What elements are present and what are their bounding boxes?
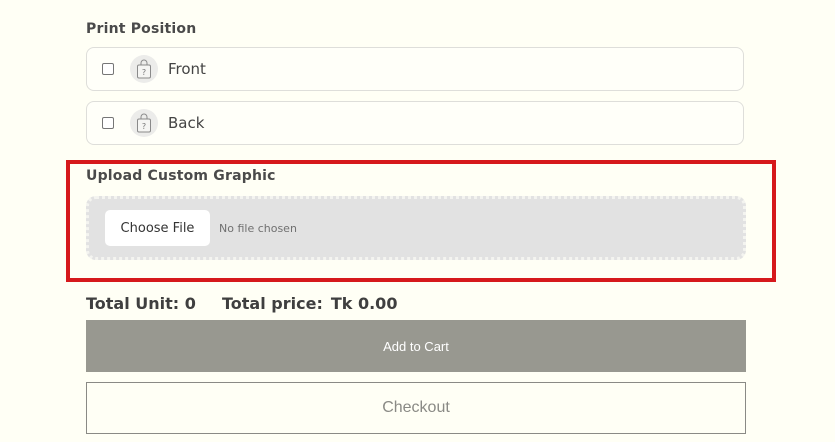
upload-custom-graphic-heading: Upload Custom Graphic [86, 168, 276, 184]
total-price-label: Total price: [222, 294, 323, 313]
total-unit-label: Total Unit: [86, 294, 180, 313]
file-status-text: No file chosen [219, 222, 297, 235]
print-option-back[interactable]: ? Back [86, 101, 744, 145]
front-checkbox[interactable] [102, 63, 114, 75]
print-position-heading: Print Position [86, 21, 197, 37]
bag-placeholder-icon: ? [130, 55, 158, 83]
add-to-cart-button[interactable]: Add to Cart [86, 320, 746, 372]
back-checkbox[interactable] [102, 117, 114, 129]
svg-text:?: ? [142, 122, 146, 131]
choose-file-button[interactable]: Choose File [105, 210, 210, 246]
front-option-label: Front [168, 60, 206, 78]
checkout-button[interactable]: Checkout [86, 382, 746, 434]
total-price-value: Tk 0.00 [330, 294, 398, 313]
svg-text:?: ? [142, 68, 146, 77]
print-option-front[interactable]: ? Front [86, 47, 744, 91]
back-option-label: Back [168, 114, 205, 132]
file-upload-dropzone[interactable]: Choose File No file chosen [86, 196, 746, 260]
bag-placeholder-icon: ? [130, 109, 158, 137]
total-price: Total price: Tk 0.00 [222, 294, 397, 313]
total-unit-value: 0 [184, 294, 196, 313]
total-unit: Total Unit: 0 [86, 294, 196, 313]
